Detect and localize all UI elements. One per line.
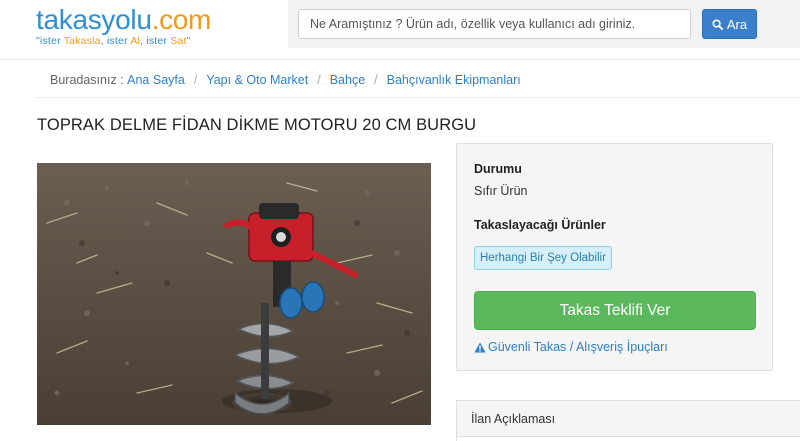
breadcrumb-item-yapi-oto-market[interactable]: Yapı & Oto Market [206,73,308,87]
breadcrumb-item-bahcivanlik-ekipmanlari[interactable]: Bahçıvanlık Ekipmanları [387,73,521,87]
breadcrumb-divider [36,97,800,98]
description-panel: İlan Açıklaması [456,400,800,441]
search-button[interactable]: Ara [702,9,757,39]
condition-label: Durumu [474,162,522,176]
search-input[interactable] [298,9,691,39]
warning-icon [474,342,486,352]
description-title: İlan Açıklaması [471,412,556,426]
breadcrumb-prefix: Buradasınız : [50,73,124,87]
breadcrumb-separator: / [317,73,321,87]
condition-value: Sıfır Ürün [474,184,528,198]
site-header: takasyolu.com "ister Takasla, ister Al, … [0,0,800,60]
safe-trade-tips-link[interactable]: Güvenli Takas / Alışveriş İpuçları [474,340,668,354]
breadcrumb-separator: / [193,73,198,87]
page-title: TOPRAK DELME FİDAN DİKME MOTORU 20 CM BU… [37,116,477,134]
logo-tagline: "ister Takasla, ister Al, ister Sat" [36,35,191,47]
search-button-label: Ara [726,16,748,32]
product-image[interactable] [37,163,431,425]
breadcrumb-item-bahce[interactable]: Bahçe [330,73,365,87]
breadcrumb-separator: / [374,73,378,87]
trade-items-label: Takaslayacağı Ürünler [474,218,606,232]
safe-trade-tips-label: Güvenli Takas / Alışveriş İpuçları [488,340,668,354]
search-icon [712,18,723,30]
logo-wordmark: takasyolu.com [36,4,212,35]
search-bar: Ara [288,0,800,48]
product-info-panel: Durumu Sıfır Ürün Takaslayacağı Ürünler … [456,143,773,371]
breadcrumb-item-home[interactable]: Ana Sayfa [127,73,185,87]
site-logo[interactable]: takasyolu.com "ister Takasla, ister Al, … [36,4,211,47]
trade-offer-button[interactable]: Takas Teklifi Ver [474,291,756,330]
product-photo [37,163,431,425]
breadcrumb: Buradasınız : Ana Sayfa / Yapı & Oto Mar… [50,73,521,87]
trade-items-badge: Herhangi Bir Şey Olabilir [474,246,612,270]
description-header: İlan Açıklaması [457,401,800,437]
